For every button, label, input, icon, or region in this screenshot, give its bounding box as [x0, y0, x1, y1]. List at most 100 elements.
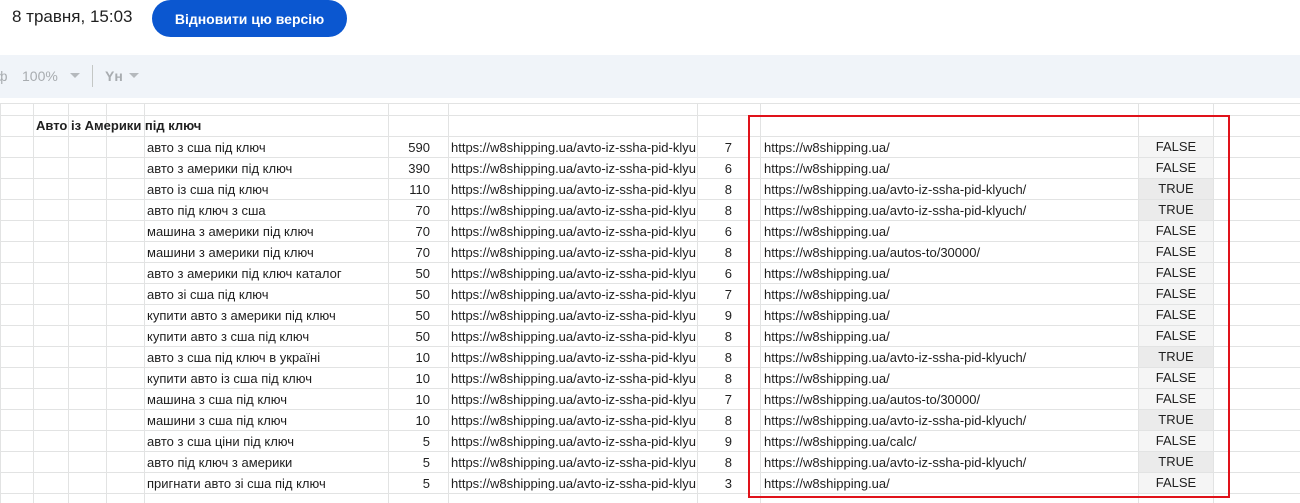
- position-cell[interactable]: 3: [697, 473, 732, 494]
- position-cell[interactable]: 9: [697, 431, 732, 452]
- position-cell[interactable]: 8: [697, 242, 732, 263]
- keyword-cell[interactable]: авто під ключ з сша: [147, 200, 385, 221]
- target-url-cell[interactable]: https://w8shipping.ua/avto-iz-ssha-pid-k…: [451, 347, 696, 368]
- volume-cell[interactable]: 5: [388, 431, 430, 452]
- ranking-url-cell[interactable]: https://w8shipping.ua/: [764, 368, 1136, 389]
- spreadsheet-grid[interactable]: Авто із Америки під ключ авто з сша під к…: [0, 98, 1300, 503]
- keyword-cell[interactable]: авто зі сша під ключ: [147, 284, 385, 305]
- ranking-url-cell[interactable]: https://w8shipping.ua/avto-iz-ssha-pid-k…: [764, 200, 1136, 221]
- target-url-cell[interactable]: https://w8shipping.ua/avto-iz-ssha-pid-k…: [451, 221, 696, 242]
- target-url-cell[interactable]: https://w8shipping.ua/avto-iz-ssha-pid-k…: [451, 410, 696, 431]
- position-cell[interactable]: 9: [697, 305, 732, 326]
- volume-cell[interactable]: 50: [388, 284, 430, 305]
- match-cell[interactable]: FALSE: [1139, 473, 1213, 493]
- target-url-cell[interactable]: https://w8shipping.ua/avto-iz-ssha-pid-k…: [451, 200, 696, 221]
- zoom-select[interactable]: 100%: [22, 67, 58, 85]
- match-cell[interactable]: FALSE: [1139, 389, 1213, 409]
- position-cell[interactable]: 7: [697, 389, 732, 410]
- ranking-url-cell[interactable]: https://w8shipping.ua/avto-iz-ssha-pid-k…: [764, 179, 1136, 200]
- keyword-cell[interactable]: купити авто з сша під ключ: [147, 326, 385, 347]
- keyword-cell[interactable]: авто з америки під ключ каталог: [147, 263, 385, 284]
- target-url-cell[interactable]: https://w8shipping.ua/avto-iz-ssha-pid-k…: [451, 179, 696, 200]
- match-cell[interactable]: FALSE: [1139, 326, 1213, 346]
- target-url-cell[interactable]: https://w8shipping.ua/avto-iz-ssha-pid-k…: [451, 305, 696, 326]
- target-url-cell[interactable]: https://w8shipping.ua/avto-iz-ssha-pid-k…: [451, 242, 696, 263]
- position-cell[interactable]: 8: [697, 326, 732, 347]
- ranking-url-cell[interactable]: https://w8shipping.ua/: [764, 326, 1136, 347]
- ranking-url-cell[interactable]: https://w8shipping.ua/avto-iz-ssha-pid-k…: [764, 452, 1136, 473]
- match-cell[interactable]: TRUE: [1139, 347, 1213, 367]
- volume-cell[interactable]: 10: [388, 347, 430, 368]
- volume-cell[interactable]: 390: [388, 158, 430, 179]
- target-url-cell[interactable]: https://w8shipping.ua/avto-iz-ssha-pid-k…: [451, 368, 696, 389]
- match-cell[interactable]: FALSE: [1139, 158, 1213, 178]
- paint-format-icon[interactable]: ф: [0, 67, 8, 85]
- position-cell[interactable]: 6: [697, 158, 732, 179]
- volume-cell[interactable]: 10: [388, 368, 430, 389]
- text-format-icon[interactable]: Yн: [105, 67, 123, 85]
- target-url-cell[interactable]: https://w8shipping.ua/avto-iz-ssha-pid-k…: [451, 326, 696, 347]
- ranking-url-cell[interactable]: https://w8shipping.ua/calc/: [764, 431, 1136, 452]
- keyword-cell[interactable]: авто з сша під ключ: [147, 137, 385, 158]
- volume-cell[interactable]: 50: [388, 263, 430, 284]
- ranking-url-cell[interactable]: https://w8shipping.ua/: [764, 221, 1136, 242]
- ranking-url-cell[interactable]: https://w8shipping.ua/: [764, 137, 1136, 158]
- target-url-cell[interactable]: https://w8shipping.ua/avto-iz-ssha-pid-k…: [451, 263, 696, 284]
- volume-cell[interactable]: 110: [388, 179, 430, 200]
- volume-cell[interactable]: 590: [388, 137, 430, 158]
- volume-cell[interactable]: 70: [388, 242, 430, 263]
- target-url-cell[interactable]: https://w8shipping.ua/avto-iz-ssha-pid-k…: [451, 389, 696, 410]
- keyword-cell[interactable]: авто з сша ціни під ключ: [147, 431, 385, 452]
- position-cell[interactable]: 8: [697, 410, 732, 431]
- position-cell[interactable]: 8: [697, 452, 732, 473]
- match-cell[interactable]: FALSE: [1139, 263, 1213, 283]
- ranking-url-cell[interactable]: https://w8shipping.ua/: [764, 284, 1136, 305]
- keyword-cell[interactable]: машина з сша під ключ: [147, 389, 385, 410]
- group-title[interactable]: Авто із Америки під ключ: [36, 115, 336, 136]
- target-url-cell[interactable]: https://w8shipping.ua/avto-iz-ssha-pid-k…: [451, 284, 696, 305]
- ranking-url-cell[interactable]: https://w8shipping.ua/avto-iz-ssha-pid-k…: [764, 410, 1136, 431]
- position-cell[interactable]: 6: [697, 221, 732, 242]
- ranking-url-cell[interactable]: https://w8shipping.ua/: [764, 263, 1136, 284]
- keyword-cell[interactable]: авто із сша під ключ: [147, 179, 385, 200]
- match-cell[interactable]: TRUE: [1139, 179, 1213, 199]
- target-url-cell[interactable]: https://w8shipping.ua/avto-iz-ssha-pid-k…: [451, 473, 696, 494]
- keyword-cell[interactable]: машини з америки під ключ: [147, 242, 385, 263]
- match-cell[interactable]: TRUE: [1139, 452, 1213, 472]
- position-cell[interactable]: 8: [697, 200, 732, 221]
- position-cell[interactable]: 8: [697, 347, 732, 368]
- volume-cell[interactable]: 10: [388, 389, 430, 410]
- keyword-cell[interactable]: машини з сша під ключ: [147, 410, 385, 431]
- target-url-cell[interactable]: https://w8shipping.ua/avto-iz-ssha-pid-k…: [451, 158, 696, 179]
- keyword-cell[interactable]: купити авто із сша під ключ: [147, 368, 385, 389]
- ranking-url-cell[interactable]: https://w8shipping.ua/avto-iz-ssha-pid-k…: [764, 347, 1136, 368]
- ranking-url-cell[interactable]: https://w8shipping.ua/: [764, 473, 1136, 494]
- position-cell[interactable]: 8: [697, 368, 732, 389]
- restore-version-button[interactable]: Відновити цю версію: [152, 0, 347, 37]
- volume-cell[interactable]: 5: [388, 452, 430, 473]
- match-cell[interactable]: FALSE: [1139, 284, 1213, 304]
- position-cell[interactable]: 7: [697, 284, 732, 305]
- keyword-cell[interactable]: купити авто з америки під ключ: [147, 305, 385, 326]
- match-cell[interactable]: FALSE: [1139, 368, 1213, 388]
- keyword-cell[interactable]: авто під ключ з америки: [147, 452, 385, 473]
- match-cell[interactable]: FALSE: [1139, 137, 1213, 157]
- target-url-cell[interactable]: https://w8shipping.ua/avto-iz-ssha-pid-k…: [451, 452, 696, 473]
- volume-cell[interactable]: 50: [388, 305, 430, 326]
- position-cell[interactable]: 7: [697, 137, 732, 158]
- ranking-url-cell[interactable]: https://w8shipping.ua/: [764, 158, 1136, 179]
- target-url-cell[interactable]: https://w8shipping.ua/avto-iz-ssha-pid-k…: [451, 431, 696, 452]
- position-cell[interactable]: 6: [697, 263, 732, 284]
- match-cell[interactable]: FALSE: [1139, 305, 1213, 325]
- match-cell[interactable]: FALSE: [1139, 221, 1213, 241]
- match-cell[interactable]: TRUE: [1139, 200, 1213, 220]
- ranking-url-cell[interactable]: https://w8shipping.ua/autos-to/30000/: [764, 242, 1136, 263]
- volume-cell[interactable]: 70: [388, 200, 430, 221]
- volume-cell[interactable]: 5: [388, 473, 430, 494]
- volume-cell[interactable]: 50: [388, 326, 430, 347]
- match-cell[interactable]: FALSE: [1139, 431, 1213, 451]
- keyword-cell[interactable]: машина з америки під ключ: [147, 221, 385, 242]
- ranking-url-cell[interactable]: https://w8shipping.ua/: [764, 305, 1136, 326]
- position-cell[interactable]: 8: [697, 179, 732, 200]
- ranking-url-cell[interactable]: https://w8shipping.ua/autos-to/30000/: [764, 389, 1136, 410]
